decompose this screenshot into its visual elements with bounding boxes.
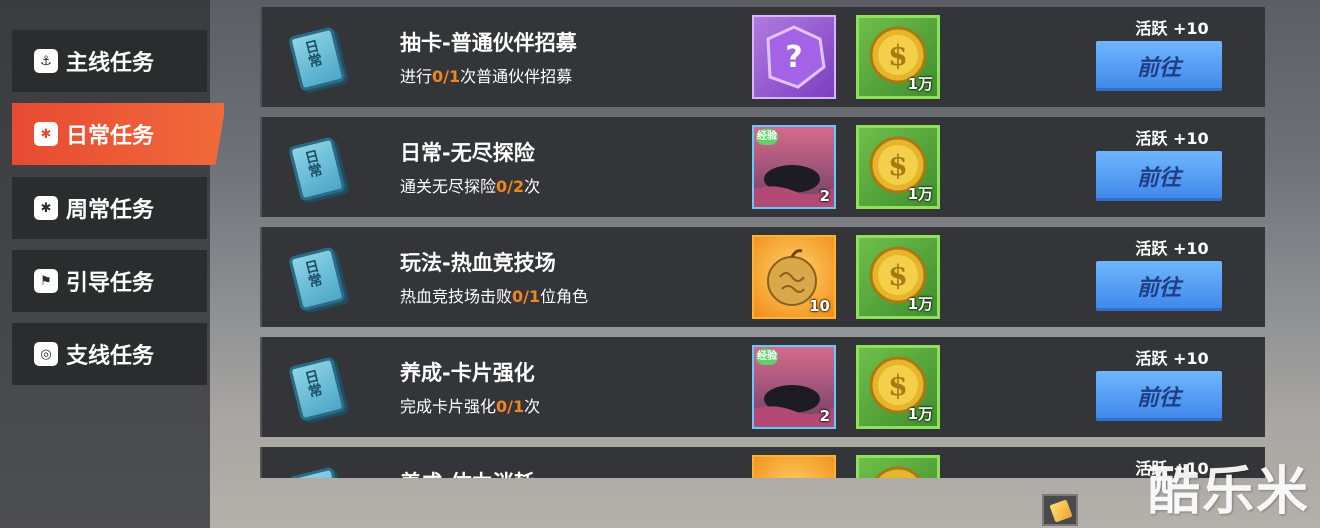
anchor-icon: ⚓: [34, 49, 58, 73]
task-progress: 0/2: [496, 177, 525, 196]
task-row: 日常 日常-无尽探险 通关无尽探险0/2次 经验 2 $ 1万 活跃 +10 前…: [260, 117, 1265, 217]
sun-icon: ✱: [34, 196, 58, 220]
task-description: 进行0/1次普通伙伴招募: [400, 67, 573, 86]
daily-book-icon: 日常: [286, 465, 347, 478]
svg-text:$: $: [888, 259, 907, 292]
daily-book-icon: 日常: [286, 355, 347, 422]
exp-whale-icon[interactable]: 经验 2: [752, 125, 836, 209]
tab-daily-quest[interactable]: ✱ 日常任务: [12, 103, 224, 165]
gold-coin-icon[interactable]: [856, 455, 940, 478]
devil-fruit-icon[interactable]: [752, 455, 836, 478]
tab-label: 引导任务: [66, 271, 155, 296]
svg-text:?: ?: [785, 40, 802, 75]
svg-text:$: $: [888, 369, 907, 402]
reward-quantity: 2: [819, 187, 830, 205]
task-description: 通关无尽探险0/2次: [400, 177, 541, 196]
svg-text:$: $: [888, 39, 907, 72]
gold-coin-icon[interactable]: $ 1万: [856, 125, 940, 209]
devil-fruit-icon[interactable]: 10: [752, 235, 836, 319]
task-description: 完成卡片强化0/1次: [400, 397, 541, 416]
task-list[interactable]: 日常 抽卡-普通伙伴招募 进行0/1次普通伙伴招募 ? $ 1万 活跃 +10 …: [260, 0, 1265, 478]
go-button[interactable]: 前往: [1096, 261, 1222, 311]
reward-quantity: 1万: [907, 405, 933, 423]
svg-text:$: $: [888, 149, 907, 182]
tab-label: 周常任务: [66, 198, 155, 223]
task-title: 玩法-热血竞技场: [400, 251, 556, 275]
task-progress: 0/1: [496, 397, 525, 416]
tab-label: 日常任务: [66, 124, 155, 149]
task-progress: 0/1: [512, 287, 541, 306]
tab-main-quest[interactable]: ⚓ 主线任务: [12, 30, 207, 92]
activity-points: 活跃 +10: [1135, 239, 1209, 258]
exp-badge: 经验: [756, 129, 778, 145]
activity-points: 活跃 +10: [1135, 129, 1209, 148]
reward-quantity: 2: [819, 407, 830, 425]
ticket-icon[interactable]: [1042, 494, 1078, 526]
task-title: 日常-无尽探险: [400, 141, 535, 165]
daily-book-icon: 日常: [286, 245, 347, 312]
mystery-puzzle-icon[interactable]: ?: [752, 15, 836, 99]
flag-icon: ⚑: [34, 269, 58, 293]
go-button[interactable]: 前往: [1096, 371, 1222, 421]
reward-quantity: 10: [809, 297, 830, 315]
tab-guide-quest[interactable]: ⚑ 引导任务: [12, 250, 207, 312]
go-button[interactable]: 前往: [1096, 41, 1222, 91]
task-title: 抽卡-普通伙伴招募: [400, 31, 577, 55]
compass-icon: ◎: [34, 342, 58, 366]
exp-whale-icon[interactable]: 经验 2: [752, 345, 836, 429]
watermark: 酷乐米: [1147, 462, 1310, 522]
daily-book-icon: 日常: [286, 135, 347, 202]
reward-quantity: 1万: [907, 185, 933, 203]
tab-side-quest[interactable]: ◎ 支线任务: [12, 323, 207, 385]
exp-badge: 经验: [756, 349, 778, 365]
tab-weekly-quest[interactable]: ✱ 周常任务: [12, 177, 207, 239]
task-row: 日常 养成-卡片强化 完成卡片强化0/1次 经验 2 $ 1万 活跃 +10 前…: [260, 337, 1265, 437]
activity-points: 活跃 +10: [1135, 19, 1209, 38]
activity-points: 活跃 +10: [1135, 349, 1209, 368]
task-progress: 0/1: [432, 67, 461, 86]
task-row: 日常 玩法-热血竞技场 热血竞技场击败0/1位角色 10 $ 1万 活跃 +10…: [260, 227, 1265, 327]
reward-quantity: 1万: [907, 295, 933, 313]
tab-label: 支线任务: [66, 344, 155, 369]
task-description: 热血竞技场击败0/1位角色: [400, 287, 589, 306]
task-row: 日常 养成-体力消耗 活跃 +10: [260, 447, 1265, 478]
task-category-sidebar: ⚓ 主线任务 ✱ 日常任务 ✱ 周常任务 ⚑ 引导任务 ◎ 支线任务: [0, 0, 224, 528]
reward-quantity: 1万: [907, 75, 933, 93]
gold-coin-icon[interactable]: $ 1万: [856, 235, 940, 319]
task-title: 养成-体力消耗: [400, 467, 535, 478]
daily-book-icon: 日常: [286, 25, 347, 92]
tab-label: 主线任务: [66, 51, 155, 76]
task-title: 养成-卡片强化: [400, 361, 535, 385]
go-button[interactable]: 前往: [1096, 151, 1222, 201]
gold-coin-icon[interactable]: $ 1万: [856, 15, 940, 99]
sun-icon: ✱: [34, 122, 58, 146]
task-row: 日常 抽卡-普通伙伴招募 进行0/1次普通伙伴招募 ? $ 1万 活跃 +10 …: [260, 7, 1265, 107]
gold-coin-icon[interactable]: $ 1万: [856, 345, 940, 429]
